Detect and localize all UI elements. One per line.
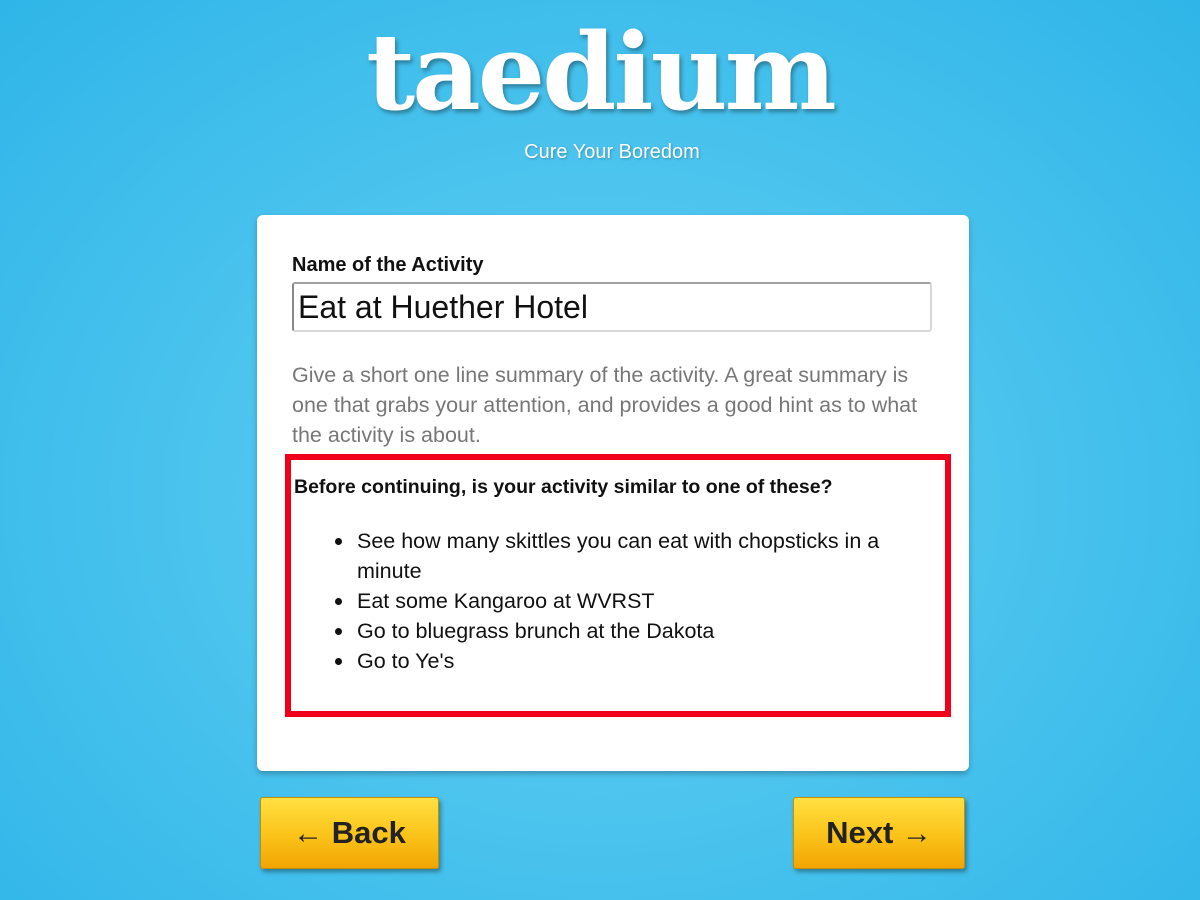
similar-activities-box: Before continuing, is your activity simi… — [285, 454, 951, 717]
similar-activity-item[interactable]: Go to bluegrass brunch at the Dakota — [335, 616, 947, 646]
left-arrow-icon: ← — [293, 817, 324, 850]
bullet-icon — [335, 598, 342, 605]
similar-activity-item[interactable]: Go to Ye's — [335, 646, 947, 676]
back-button-label: Back — [331, 815, 406, 850]
similar-activities-title: Before continuing, is your activity simi… — [294, 476, 833, 498]
summary-help-text: Give a short one line summary of the act… — [292, 363, 918, 447]
bullet-icon — [335, 658, 342, 665]
next-button[interactable]: Next → — [793, 797, 965, 869]
bullet-icon — [335, 628, 342, 635]
bullet-icon — [335, 538, 342, 545]
activity-name-label: Name of the Activity — [292, 254, 484, 276]
activity-form-card: Name of the Activity Give a short one li… — [257, 215, 969, 771]
similar-activity-text: Go to Ye's — [357, 649, 455, 673]
similar-activity-item[interactable]: Eat some Kangaroo at WVRST — [335, 586, 947, 616]
logo: taedium — [366, 9, 837, 134]
similar-activities-list: See how many skittles you can eat with c… — [335, 526, 947, 676]
activity-name-input[interactable] — [292, 282, 932, 332]
next-button-label: Next — [826, 815, 894, 850]
similar-activity-text: Go to bluegrass brunch at the Dakota — [357, 619, 715, 643]
similar-activity-text: See how many skittles you can eat with c… — [357, 529, 880, 583]
tagline: Cure Your Boredom — [524, 141, 700, 163]
right-arrow-icon: → — [901, 817, 932, 850]
back-button[interactable]: ← Back — [260, 797, 439, 869]
similar-activity-item[interactable]: See how many skittles you can eat with c… — [335, 526, 947, 586]
similar-activity-text: Eat some Kangaroo at WVRST — [357, 589, 655, 613]
